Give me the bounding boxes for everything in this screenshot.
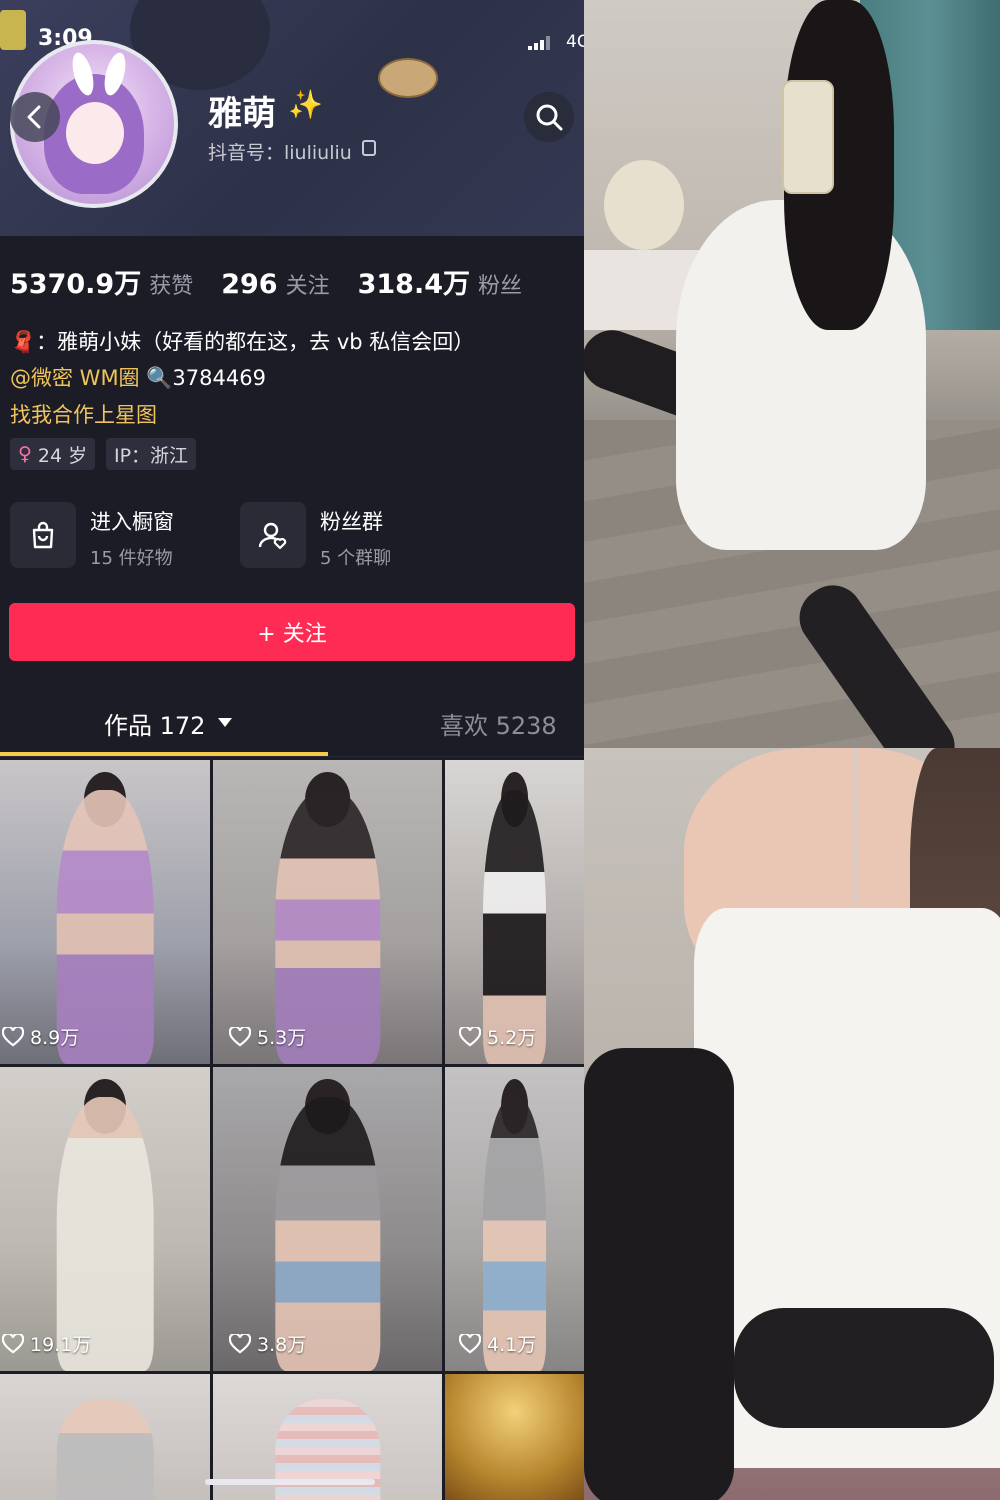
video-likes: 19.1万 bbox=[2, 1330, 91, 1357]
fan-group-icon bbox=[240, 502, 306, 568]
likes-count: 5.2万 bbox=[487, 1027, 537, 1049]
female-icon: ♀ bbox=[18, 443, 32, 465]
caret-down-icon[interactable] bbox=[218, 718, 232, 727]
video-thumbnail[interactable]: 4.1万 bbox=[445, 1067, 584, 1371]
likes-count: 19.1万 bbox=[30, 1334, 92, 1356]
heart-icon bbox=[2, 1333, 24, 1354]
tab-divider bbox=[0, 756, 584, 757]
video-likes: 5.3万 bbox=[229, 1023, 306, 1050]
scarf-icon: 🧣 bbox=[10, 330, 37, 354]
avatar-face bbox=[66, 102, 124, 164]
video-thumbnail[interactable]: 5.2万 bbox=[445, 760, 584, 1064]
likes-count: 3.8万 bbox=[257, 1334, 307, 1356]
phone-screenshot: 3:09 4G 雅萌 ✨ 抖音号：liuliuliu 5370.9万 获赞 29… bbox=[0, 0, 584, 1500]
photo-plush-bunny bbox=[604, 160, 684, 250]
likes-label: 获赞 bbox=[149, 274, 194, 299]
following-label[interactable]: 关注 bbox=[286, 268, 330, 300]
profile-banner: 3:09 4G 雅萌 ✨ 抖音号：liuliuliu bbox=[0, 0, 584, 236]
fan-group-title: 粉丝群 bbox=[320, 510, 383, 534]
video-thumbnail[interactable] bbox=[445, 1374, 584, 1500]
tab-works[interactable]: 作品 172 bbox=[104, 706, 205, 741]
shop-window-card[interactable]: 进入橱窗 15 件好物 bbox=[10, 500, 240, 570]
video-thumbnail[interactable]: 5.3万 bbox=[213, 760, 442, 1064]
search-icon bbox=[536, 104, 563, 131]
age-label: 24 岁 bbox=[37, 444, 88, 467]
search-button[interactable] bbox=[524, 92, 574, 142]
follow-button[interactable]: + 关注 bbox=[9, 603, 575, 661]
bio-mention-link[interactable]: @微密 WM圈 bbox=[10, 366, 140, 390]
age-tag: ♀ 24 岁 bbox=[10, 438, 96, 470]
fan-group-card[interactable]: 粉丝群 5 个群聊 bbox=[240, 500, 470, 570]
tab-likes[interactable]: 喜欢 5238 bbox=[440, 706, 557, 741]
signal-icon bbox=[528, 36, 550, 50]
chevron-left-icon bbox=[27, 105, 41, 129]
likes-count: 8.9万 bbox=[30, 1027, 80, 1049]
ip-tag: IP：浙江 bbox=[106, 438, 197, 470]
video-likes: 8.9万 bbox=[2, 1023, 79, 1050]
followers-label[interactable]: 粉丝 bbox=[478, 268, 522, 300]
profile-name: 雅萌 bbox=[208, 94, 276, 134]
video-grid: 8.9万 5.3万 5.2万 19.1万 3.8万 4.1万 bbox=[0, 760, 584, 1500]
following-count[interactable]: 296 bbox=[221, 269, 277, 300]
followers-count[interactable]: 318.4万 bbox=[358, 262, 470, 301]
likes-count: 4.1万 bbox=[487, 1334, 537, 1356]
network-label: 4G bbox=[566, 32, 584, 52]
banner-decoration bbox=[0, 10, 26, 50]
home-indicator[interactable] bbox=[205, 1479, 375, 1485]
likes-count: 5370.9万 bbox=[10, 269, 142, 300]
bio-text: ：雅萌小妹（好看的都在这，去 vb 私信会回） bbox=[36, 330, 475, 354]
douyin-id: 抖音号：liuliuliu bbox=[208, 142, 352, 164]
video-likes: 3.8万 bbox=[229, 1330, 306, 1357]
likes-count: 5.3万 bbox=[257, 1027, 307, 1049]
fan-group-subtitle: 5 个群聊 bbox=[320, 548, 392, 569]
heart-icon bbox=[459, 1333, 481, 1354]
photo-top bbox=[584, 0, 1000, 748]
photo-phone bbox=[782, 80, 834, 194]
heart-icon bbox=[2, 1026, 24, 1047]
video-thumbnail[interactable]: 3.8万 bbox=[213, 1067, 442, 1371]
video-thumbnail[interactable]: 19.1万 bbox=[0, 1067, 210, 1371]
heart-icon bbox=[229, 1026, 251, 1047]
heart-icon bbox=[229, 1333, 251, 1354]
video-thumbnail[interactable] bbox=[0, 1374, 210, 1500]
video-thumbnail[interactable]: 8.9万 bbox=[0, 760, 210, 1064]
bio-line-2: @微密 WM圈 🔍3784469 bbox=[10, 362, 266, 392]
bio-line-1: 🧣：雅萌小妹（好看的都在这，去 vb 私信会回） bbox=[10, 326, 474, 356]
photo-bottom bbox=[584, 748, 1000, 1500]
photo-figure bbox=[734, 1308, 994, 1428]
sparkle-icon: ✨ bbox=[288, 88, 323, 121]
thumbnail-figure bbox=[56, 1399, 154, 1500]
bio-line-3[interactable]: 找我合作上星图 bbox=[10, 399, 157, 429]
banner-decoration bbox=[378, 58, 438, 98]
photo-figure bbox=[584, 1048, 734, 1500]
bio-number: 3784469 bbox=[172, 366, 266, 390]
shop-window-subtitle: 15 件好物 bbox=[90, 548, 173, 569]
magnifier-icon: 🔍 bbox=[146, 366, 173, 390]
copy-icon[interactable] bbox=[362, 140, 376, 156]
video-likes: 4.1万 bbox=[459, 1330, 536, 1357]
profile-stats: 5370.9万 获赞 296 关注 318.4万 粉丝 bbox=[10, 262, 550, 301]
video-likes: 5.2万 bbox=[459, 1023, 536, 1050]
shop-window-title: 进入橱窗 bbox=[90, 510, 174, 534]
shopping-bag-icon bbox=[10, 502, 76, 568]
heart-icon bbox=[459, 1026, 481, 1047]
back-button[interactable] bbox=[10, 92, 60, 142]
